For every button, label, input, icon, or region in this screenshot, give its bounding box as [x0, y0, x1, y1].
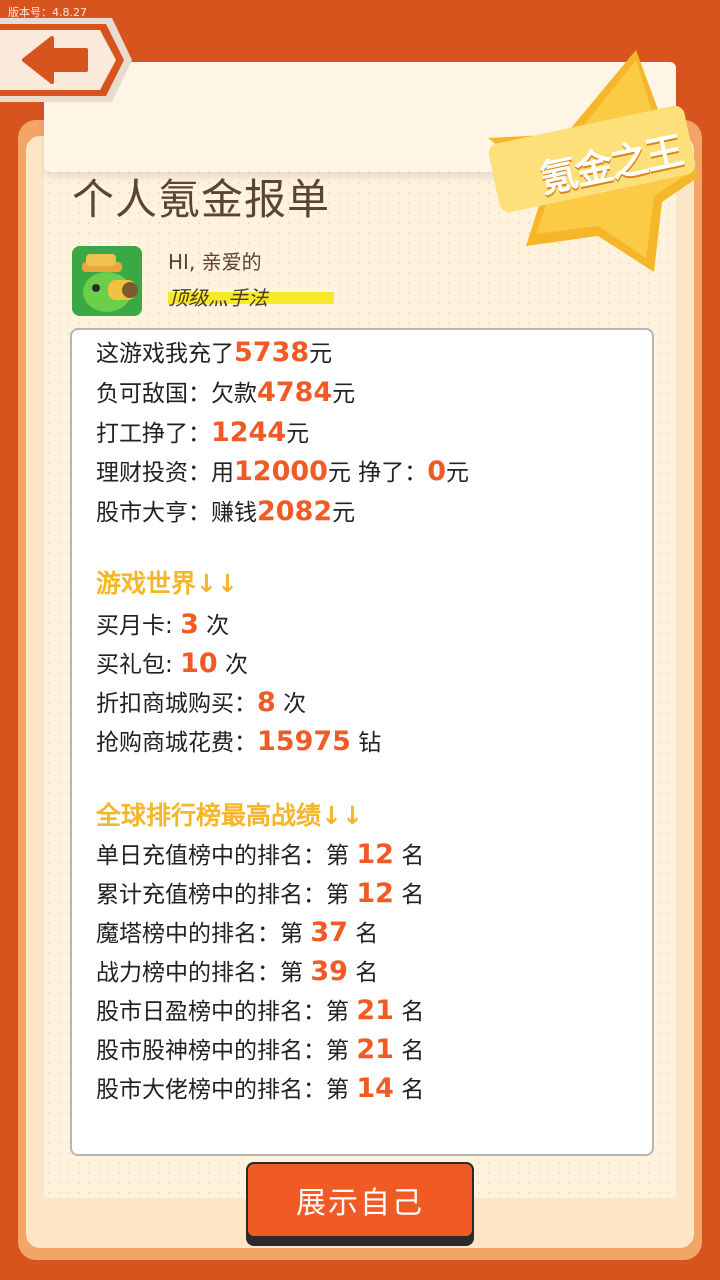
- stat-debt: 负可敌国：欠款4784元: [96, 377, 356, 408]
- rank-row: 股市日盈榜中的排名：第 21 名: [96, 995, 425, 1026]
- page-title: 个人氪金报单: [72, 175, 331, 224]
- back-arrow-icon: [0, 18, 132, 102]
- rank-row: 魔塔榜中的排名：第 37 名: [96, 917, 379, 948]
- rank-row: 战力榜中的排名：第 39 名: [96, 956, 379, 987]
- section-game-world: 游戏世界↓↓: [96, 569, 238, 598]
- rank-title: 顶级灬手法: [168, 286, 268, 310]
- stat-gift-pack: 买礼包: 10 次: [96, 648, 248, 679]
- stat-flash-shop: 抢购商城花费：15975 钻: [96, 726, 382, 757]
- back-button[interactable]: [0, 16, 132, 104]
- rank-row: 股市股神榜中的排名：第 21 名: [96, 1034, 425, 1065]
- stat-discount-shop: 折扣商城购买：8 次: [96, 687, 307, 718]
- rank-row: 股市大佬榜中的排名：第 14 名: [96, 1073, 425, 1104]
- stat-invest: 理财投资：用12000元 挣了：0元: [96, 456, 470, 487]
- show-myself-button[interactable]: 展示自己: [246, 1162, 474, 1246]
- show-myself-label: 展示自己: [246, 1162, 474, 1238]
- section-leaderboards: 全球排行榜最高战绩↓↓: [96, 801, 363, 830]
- rank-row: 单日充值榜中的排名：第 12 名: [96, 839, 425, 870]
- stat-recharge: 这游戏我充了5738元: [96, 337, 333, 368]
- stat-stock: 股市大亨：赚钱2082元: [96, 496, 356, 527]
- rich-king-badge: 氪金之王: [486, 46, 706, 276]
- stat-monthly-card: 买月卡: 3 次: [96, 609, 230, 640]
- greeting: HI, 亲爱的: [168, 250, 262, 274]
- stat-work: 打工挣了：1244元: [96, 417, 310, 448]
- avatar-icon: [72, 246, 142, 316]
- rank-row: 累计充值榜中的排名：第 12 名: [96, 878, 425, 909]
